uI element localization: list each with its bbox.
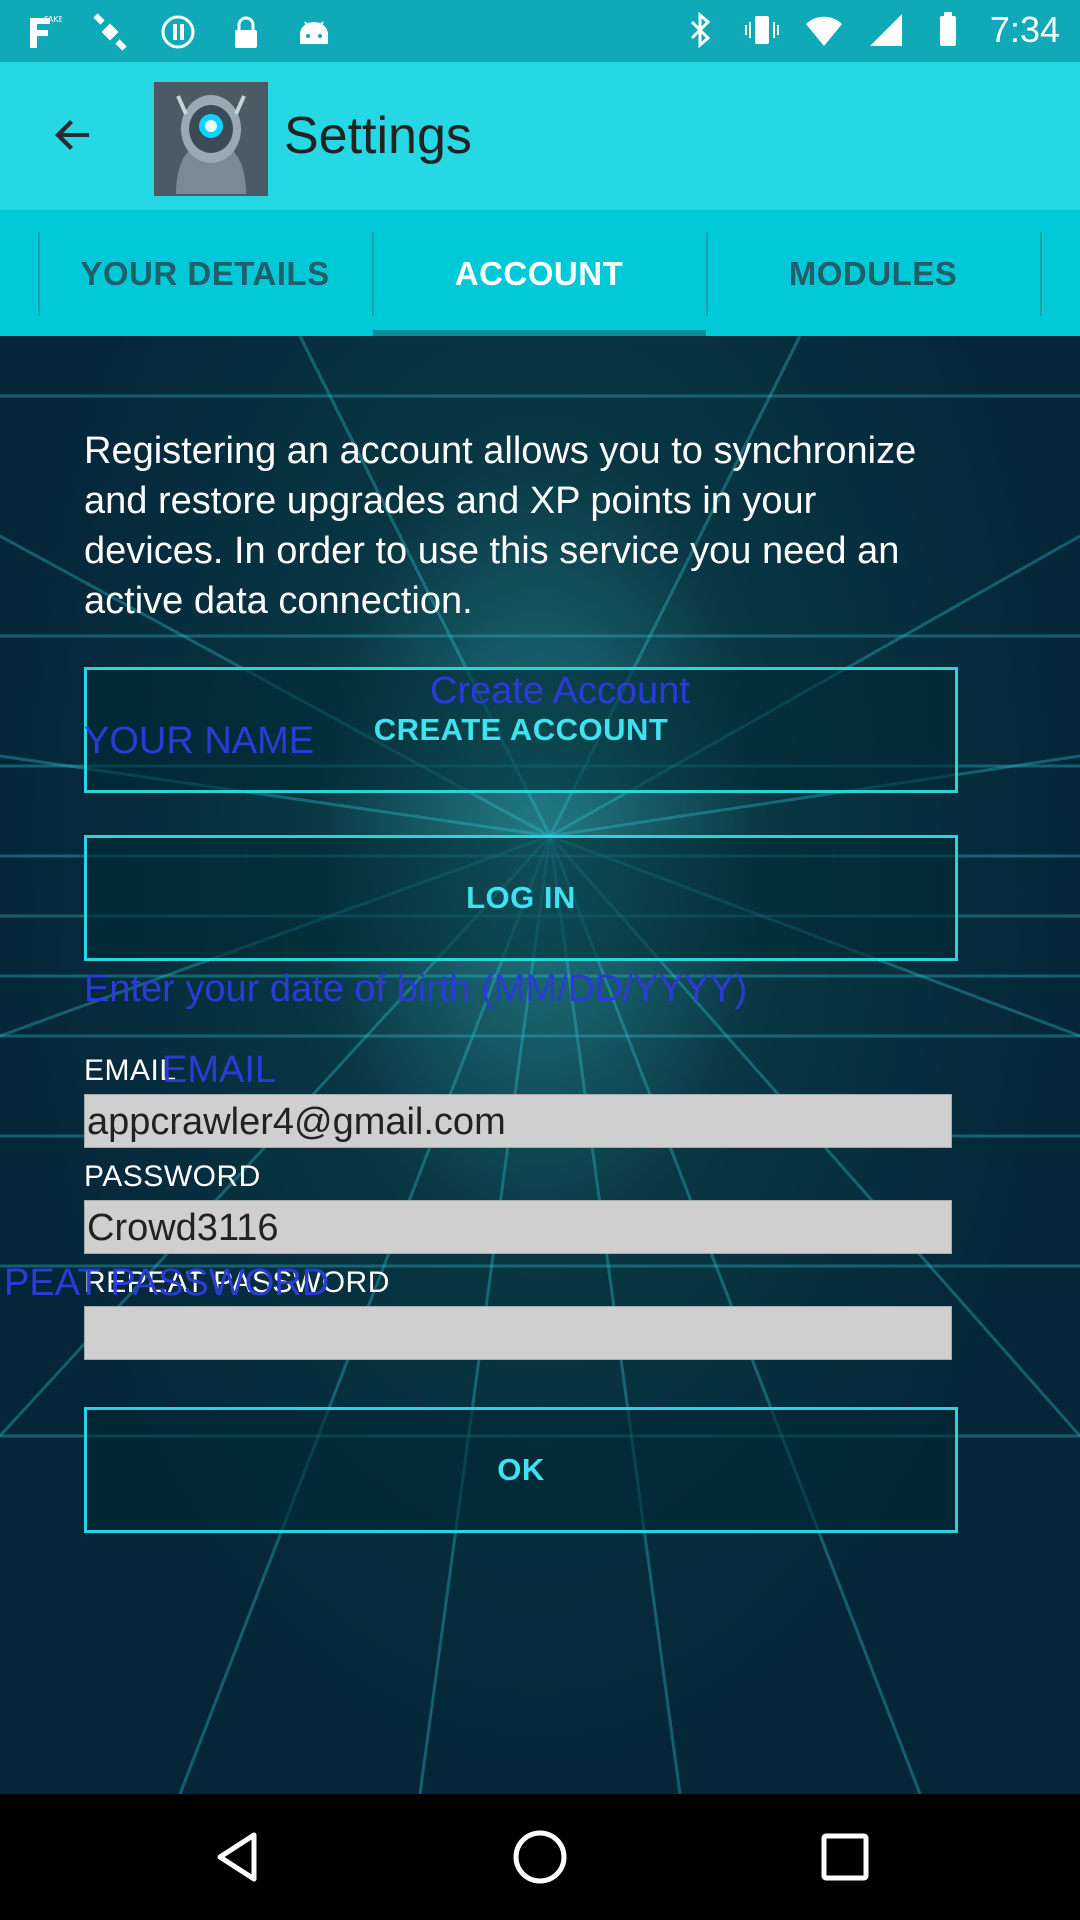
your-name-overlay-text: YOUR NAME — [84, 720, 315, 762]
email-overlay-text: EMAIL — [162, 1049, 277, 1091]
login-button[interactable]: LOG IN — [84, 835, 958, 961]
status-bar: FAKE 7:34 — [0, 0, 1080, 62]
nav-back-button[interactable] — [205, 1824, 271, 1890]
status-bar-right: 7:34 — [680, 10, 1060, 50]
app-bar: Settings — [0, 62, 1080, 210]
lock-icon — [226, 12, 266, 52]
status-time: 7:34 — [989, 9, 1060, 50]
back-button[interactable] — [40, 102, 106, 168]
status-bar-left: FAKE — [22, 12, 334, 52]
tab-bar: YOUR DETAILS ACCOUNT MODULES — [0, 210, 1080, 336]
signal-icon — [866, 10, 906, 50]
nav-home-button[interactable] — [507, 1824, 573, 1890]
back-triangle-icon — [217, 1832, 257, 1882]
android-icon — [294, 12, 334, 52]
home-circle-icon — [513, 1830, 567, 1884]
fake-gps-icon: FAKE — [22, 12, 62, 52]
arrow-back-icon — [55, 120, 89, 150]
nav-recents-button[interactable] — [812, 1824, 878, 1890]
tab-divider — [1040, 232, 1042, 316]
circle-record-icon — [158, 12, 198, 52]
password-label: PASSWORD — [84, 1160, 261, 1193]
wifi-icon — [804, 10, 844, 50]
repeat-password-overlay-text: PEAT PASSWORD — [4, 1262, 330, 1304]
satellite-icon — [90, 12, 130, 52]
create-account-overlay-text: Create Account — [430, 670, 690, 712]
robot-logo-icon — [154, 82, 268, 196]
tab-account[interactable]: ACCOUNT — [372, 232, 706, 316]
email-field[interactable]: appcrawler4@gmail.com — [84, 1094, 952, 1148]
password-field[interactable]: Crowd3116 — [84, 1200, 952, 1254]
login-label: LOG IN — [466, 880, 576, 915]
battery-icon — [928, 10, 968, 50]
date-of-birth-overlay-text: Enter your date of birth (MM/DD/YYYY) — [84, 968, 748, 1010]
navigation-bar — [0, 1794, 1080, 1920]
recents-square-icon — [821, 1833, 869, 1881]
repeat-password-field[interactable] — [84, 1306, 952, 1360]
create-account-label: CREATE ACCOUNT — [373, 712, 669, 747]
page-title: Settings — [284, 107, 472, 165]
ok-button[interactable]: OK — [84, 1407, 958, 1533]
vibrate-icon — [742, 10, 782, 50]
tab-modules[interactable]: MODULES — [706, 232, 1040, 316]
tab-your-details[interactable]: YOUR DETAILS — [38, 232, 372, 316]
account-panel: Registering an account allows you to syn… — [0, 336, 1080, 1794]
svg-text:FAKE: FAKE — [44, 15, 62, 24]
account-description: Registering an account allows you to syn… — [84, 430, 917, 622]
bluetooth-icon — [680, 10, 720, 50]
ok-label: OK — [497, 1452, 545, 1487]
